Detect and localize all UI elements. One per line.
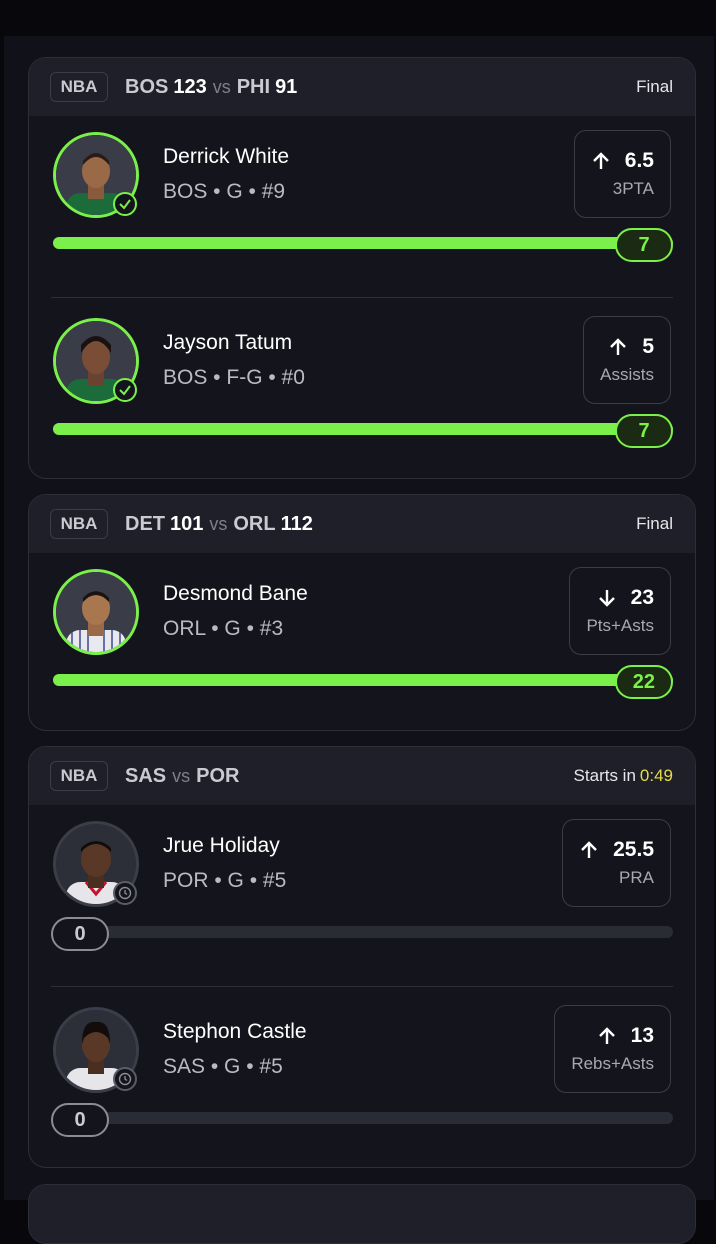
picks-screen: NBA BOS 123 vs PHI 91 Final Derrick Whit…: [4, 36, 714, 1244]
away-score: 112: [280, 512, 313, 535]
arrow-down-icon: [597, 588, 617, 608]
player-pick-row[interactable]: Derrick White BOS • G • #9 6.5 3PTA 7: [29, 116, 695, 302]
home-team: SAS: [125, 764, 167, 787]
prop-line: 25.5: [613, 838, 654, 861]
progress-track: [53, 423, 673, 435]
player-pick-row[interactable]: Jayson Tatum BOS • F-G • #0 5 Assists 7: [29, 302, 695, 478]
result-pill: 0: [51, 917, 109, 951]
vs-label: vs: [212, 76, 231, 97]
home-score: 123: [173, 75, 207, 98]
game-header: [29, 1185, 695, 1243]
away-score: 91: [275, 75, 298, 98]
home-team: DET: [125, 512, 165, 535]
countdown-timer: 0:49: [639, 766, 673, 785]
game-status: Starts in 0:49: [574, 766, 673, 786]
prop-line: 5: [642, 335, 654, 358]
vs-label: vs: [209, 513, 228, 534]
matchup: BOS 123 vs PHI 91: [125, 76, 297, 99]
player-name: Jrue Holiday: [163, 834, 280, 857]
game-status: Final: [636, 77, 673, 97]
away-team: PHI: [236, 75, 271, 98]
home-team: BOS: [125, 75, 169, 98]
status-text: Starts in: [573, 766, 636, 785]
player-avatar: [53, 569, 139, 655]
result-pill: 7: [615, 414, 673, 448]
prop-line-box[interactable]: 23 Pts+Asts: [569, 567, 671, 655]
status-text: Final: [636, 77, 673, 96]
row-divider: [51, 297, 673, 298]
check-icon: [113, 378, 137, 402]
prop-line-box[interactable]: 25.5 PRA: [562, 819, 671, 907]
prop-line: 13: [630, 1024, 654, 1047]
clock-icon: [113, 881, 137, 905]
progress-fill: [53, 423, 673, 435]
vs-label: vs: [172, 765, 191, 786]
prop-stat: PRA: [619, 868, 654, 887]
progress-track: [53, 674, 673, 686]
progress-track: [53, 926, 673, 938]
player-meta: BOS • F-G • #0: [163, 366, 305, 389]
clock-icon: [113, 1067, 137, 1091]
game-header: NBA SAS vs POR Starts in 0:49: [29, 747, 695, 805]
game-card[interactable]: NBA BOS 123 vs PHI 91 Final Derrick Whit…: [28, 57, 696, 479]
game-status: Final: [636, 514, 673, 534]
result-pill: 7: [615, 228, 673, 262]
progress-track: [53, 237, 673, 249]
league-badge: NBA: [50, 509, 108, 539]
progress-fill: [53, 237, 673, 249]
game-card[interactable]: NBA SAS vs POR Starts in 0:49 Jrue Holida…: [28, 746, 696, 1168]
league-badge: NBA: [50, 72, 108, 102]
player-name: Stephon Castle: [163, 1020, 307, 1043]
prop-stat: Pts+Asts: [586, 616, 654, 635]
arrow-up-icon: [591, 151, 611, 171]
matchup: SAS vs POR: [125, 765, 239, 788]
progress-fill: [53, 674, 673, 686]
player-name: Derrick White: [163, 145, 290, 168]
away-team: POR: [196, 764, 240, 787]
arrow-up-icon: [608, 337, 628, 357]
away-team: ORL: [233, 512, 276, 535]
player-meta: POR • G • #5: [163, 869, 287, 892]
game-card[interactable]: NBA DET 101 vs ORL 112 Final Desmond Ban…: [28, 494, 696, 731]
home-score: 101: [170, 512, 204, 535]
league-badge: NBA: [50, 761, 108, 791]
prop-stat: Rebs+Asts: [571, 1054, 654, 1073]
status-text: Final: [636, 514, 673, 533]
player-meta: BOS • G • #9: [163, 180, 286, 203]
prop-line-box[interactable]: 13 Rebs+Asts: [554, 1005, 671, 1093]
progress-track: [53, 1112, 673, 1124]
result-pill: 22: [614, 665, 673, 699]
prop-line-box[interactable]: 5 Assists: [583, 316, 671, 404]
prop-line: 6.5: [624, 149, 654, 172]
player-meta: ORL • G • #3: [163, 617, 284, 640]
player-meta: SAS • G • #5: [163, 1055, 283, 1078]
row-divider: [51, 986, 673, 987]
status-bar: [0, 0, 716, 36]
prop-line: 23: [630, 586, 654, 609]
player-name: Jayson Tatum: [163, 331, 293, 354]
player-pick-row[interactable]: Desmond Bane ORL • G • #3 23 Pts+Asts 22: [29, 553, 695, 730]
check-icon: [113, 192, 137, 216]
player-pick-row[interactable]: Stephon Castle SAS • G • #5 13 Rebs+Asts…: [29, 991, 695, 1167]
result-pill: 0: [51, 1103, 109, 1137]
player-name: Desmond Bane: [163, 582, 308, 605]
player-pick-row[interactable]: Jrue Holiday POR • G • #5 25.5 PRA 0: [29, 805, 695, 991]
game-header: NBA BOS 123 vs PHI 91 Final: [29, 58, 695, 116]
game-header: NBA DET 101 vs ORL 112 Final: [29, 495, 695, 553]
prop-line-box[interactable]: 6.5 3PTA: [573, 130, 671, 218]
matchup: DET 101 vs ORL 112: [125, 513, 313, 536]
prop-stat: 3PTA: [612, 179, 654, 198]
game-card[interactable]: [28, 1184, 696, 1244]
arrow-up-icon: [579, 840, 599, 860]
prop-stat: Assists: [600, 365, 654, 384]
arrow-up-icon: [597, 1026, 617, 1046]
